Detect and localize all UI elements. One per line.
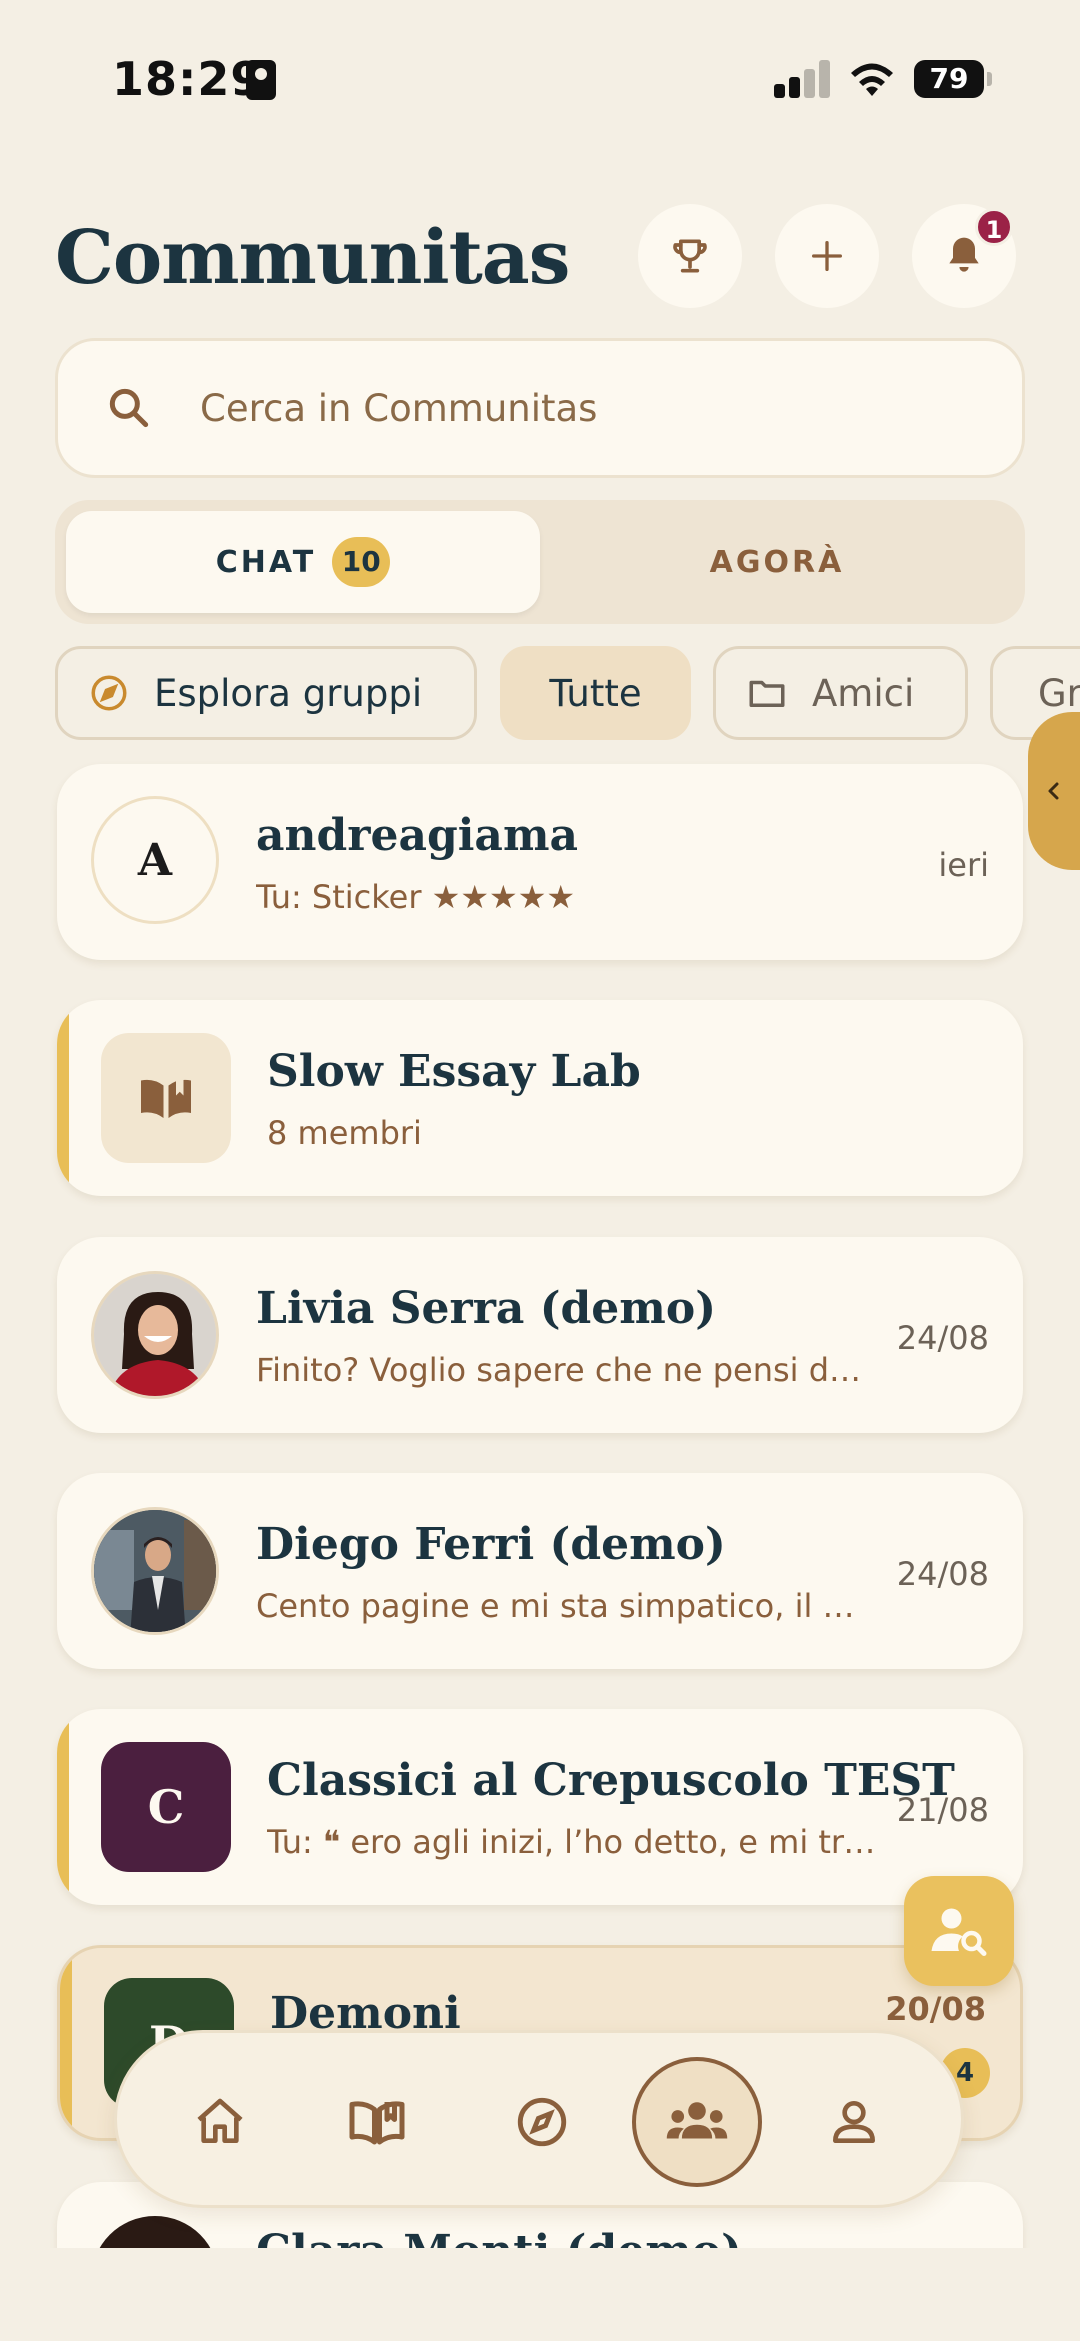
notification-badge: 1 [975, 208, 1013, 246]
trophy-button[interactable] [638, 204, 742, 308]
nav-library[interactable] [317, 2062, 437, 2182]
search-input[interactable]: Cerca in Communitas [55, 338, 1025, 478]
profile-photo [94, 1274, 216, 1396]
plus-icon [812, 241, 842, 271]
nav-home[interactable] [160, 2062, 280, 2182]
bottom-navigation [114, 2030, 964, 2208]
chip-label: Esplora gruppi [154, 671, 423, 715]
group-avatar: C [101, 1742, 231, 1872]
chat-preview: 8 membri [267, 1114, 422, 1152]
nav-explore[interactable] [482, 2062, 602, 2182]
search-placeholder: Cerca in Communitas [200, 386, 598, 430]
tab-chat-label: CHAT [215, 544, 317, 580]
chat-title: Classici al Crepuscolo TEST [267, 1755, 955, 1806]
chat-time: 21/08 [896, 1791, 989, 1829]
avatar [91, 1507, 219, 1635]
tab-bar: CHAT 10 AGORÀ [55, 500, 1025, 624]
chat-time: 24/08 [896, 1555, 989, 1593]
chat-time: 20/08 [885, 1990, 986, 2028]
nav-community[interactable] [632, 2057, 762, 2187]
chip-tutte[interactable]: Tutte [500, 646, 691, 740]
chat-title: Diego Ferri (demo) [256, 1519, 726, 1570]
bottom-safe-area [0, 2248, 1080, 2341]
page-title: Communitas [55, 215, 570, 301]
chat-item[interactable]: Slow Essay Lab 8 membri [57, 1000, 1023, 1196]
avatar: A [91, 796, 219, 924]
chat-item[interactable]: Diego Ferri (demo) Cento pagine e mi sta… [57, 1473, 1023, 1669]
chat-title: andreagiama [256, 810, 579, 861]
chat-item[interactable]: Livia Serra (demo) Finito? Voglio sapere… [57, 1237, 1023, 1433]
people-icon [666, 2102, 728, 2139]
tab-agora[interactable]: AGORÀ [540, 511, 1014, 613]
compass-icon [517, 2097, 567, 2147]
user-icon [833, 2101, 875, 2143]
chat-preview: Tu: Sticker ★★★★★ [256, 878, 576, 916]
search-icon [109, 388, 149, 428]
tab-chat-badge: 10 [332, 537, 391, 587]
book-open-icon [349, 2101, 405, 2145]
add-button[interactable] [775, 204, 879, 308]
chat-title: Slow Essay Lab [267, 1046, 641, 1097]
home-icon [197, 2098, 243, 2143]
chip-label: Gr [1038, 671, 1080, 715]
nav-profile[interactable] [794, 2062, 914, 2182]
avatar [91, 1271, 219, 1399]
chip-label: Tutte [549, 671, 642, 715]
chevron-left-icon [1048, 782, 1059, 800]
battery-indicator: 79 [914, 60, 992, 98]
chat-time: ieri [938, 846, 989, 884]
wifi-icon [851, 63, 893, 96]
compass-icon [91, 675, 127, 711]
folder-icon [749, 680, 785, 707]
id-card-icon [246, 60, 276, 100]
bell-icon [949, 237, 979, 272]
group-avatar [101, 1033, 231, 1163]
side-panel-handle[interactable] [1028, 712, 1080, 870]
status-time: 18:29 [112, 52, 264, 106]
chip-esplora-gruppi[interactable]: Esplora gruppi [55, 646, 477, 740]
chat-preview: Cento pagine e mi sta simpatico, il ch..… [256, 1587, 866, 1625]
chat-item[interactable]: A andreagiama Tu: Sticker ★★★★★ ieri [57, 764, 1023, 960]
tab-chat[interactable]: CHAT 10 [66, 511, 540, 613]
profile-photo [94, 1510, 216, 1632]
chat-preview: Tu: ❝ ero agli inizi, l’ho detto, e mi t… [267, 1823, 887, 1861]
chat-item[interactable]: C Classici al Crepuscolo TEST Tu: ❝ ero … [57, 1709, 1023, 1905]
chip-amici[interactable]: Amici [713, 646, 968, 740]
signal-icon [774, 60, 830, 98]
user-search-icon [931, 1908, 987, 1956]
chat-preview: Finito? Voglio sapere che ne pensi del..… [256, 1351, 866, 1389]
find-people-button[interactable] [904, 1876, 1014, 1986]
chip-label: Amici [812, 671, 915, 715]
chat-title: Livia Serra (demo) [256, 1283, 717, 1334]
book-icon [141, 1078, 191, 1118]
trophy-icon [673, 239, 707, 273]
chat-time: 24/08 [896, 1319, 989, 1357]
